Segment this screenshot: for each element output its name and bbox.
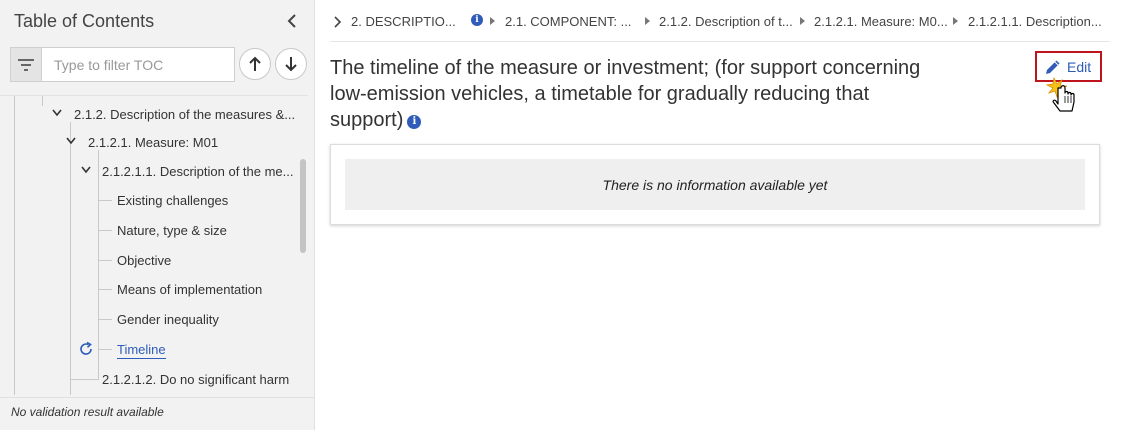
tree-guide-line [98,230,112,231]
toc-filter-row [10,47,308,82]
toc-item-objective[interactable]: Objective [117,253,171,268]
refresh-icon[interactable] [78,341,94,357]
expand-toggle[interactable] [79,163,93,177]
edit-label: Edit [1067,58,1092,75]
toc-filter-input[interactable] [41,47,235,82]
tree-guide-line [98,289,112,290]
chevron-down-icon [81,166,91,174]
breadcrumb-separator-icon [645,17,650,25]
toc-tree: 2.1.2. Description of the measures &... … [0,95,308,395]
filter-icon[interactable] [10,47,41,82]
toc-title: Table of Contents [14,11,155,31]
info-icon[interactable]: i [407,115,422,129]
chevron-down-icon [66,137,76,145]
empty-state-message: There is no information available yet [345,159,1085,210]
breadcrumb-item[interactable]: 2.1.2. Description of t... [659,14,793,29]
breadcrumb-item[interactable]: 2.1. COMPONENT: ... [505,14,631,29]
hand-pointer-cursor-icon [1045,76,1075,112]
page-title: The timeline of the measure or investmen… [330,55,930,133]
expand-toggle[interactable] [50,106,64,120]
tree-guide-line [14,96,15,395]
info-icon[interactable]: i [471,14,483,26]
toc-header: Table of Contents [0,0,315,42]
breadcrumb-item[interactable]: 2. DESCRIPTIO... [351,14,456,29]
tree-guide-line [42,96,43,106]
collapse-sidebar-button[interactable] [281,10,303,32]
breadcrumb-separator-icon [490,17,495,25]
arrow-up-icon [249,56,261,71]
toc-item-existing-challenges[interactable]: Existing challenges [117,193,228,208]
tree-guide-line [98,260,112,261]
tree-guide-line [98,150,99,380]
toc-item-nature-type-size[interactable]: Nature, type & size [117,223,227,238]
expand-toggle[interactable] [64,134,78,148]
breadcrumb-item[interactable]: 2.1.2.1.1. Description... [968,14,1102,29]
pencil-icon [1046,60,1060,74]
divider [0,397,315,398]
navigate-down-button[interactable] [275,48,307,80]
arrow-down-icon [285,57,297,72]
breadcrumb: 2. DESCRIPTIO... i 2.1. COMPONENT: ... 2… [330,0,1110,42]
chevron-right-icon[interactable] [334,16,342,28]
toc-sidebar: Table of Contents Type to filter TOC 2.1… [0,0,315,430]
toc-item-2-1-2-1-2[interactable]: 2.1.2.1.2. Do no significant harm [102,372,289,387]
toc-item-timeline[interactable]: Timeline [117,342,166,359]
toc-scrollbar[interactable] [300,159,306,253]
tree-guide-line [70,379,98,380]
toc-item-means-of-implementation[interactable]: Means of implementation [117,282,262,297]
tree-guide-line [70,122,71,395]
toc-item-2-1-2-1-1[interactable]: 2.1.2.1.1. Description of the me... [102,164,294,179]
toc-item-2-1-2[interactable]: 2.1.2. Description of the measures &... [74,107,295,122]
navigate-up-button[interactable] [239,48,271,80]
breadcrumb-separator-icon [953,17,958,25]
tree-guide-line [98,349,112,350]
toc-item-2-1-2-1[interactable]: 2.1.2.1. Measure: M01 [88,135,218,150]
tree-guide-line [98,200,112,201]
breadcrumb-item[interactable]: 2.1.2.1. Measure: M0... [814,14,948,29]
tree-guide-line [98,319,112,320]
validation-status: No validation result available [11,405,164,419]
content-card: There is no information available yet [330,144,1100,225]
toc-item-gender-inequality[interactable]: Gender inequality [117,312,219,327]
chevron-down-icon [52,109,62,117]
chevron-left-icon [287,14,296,28]
breadcrumb-separator-icon [800,17,805,25]
